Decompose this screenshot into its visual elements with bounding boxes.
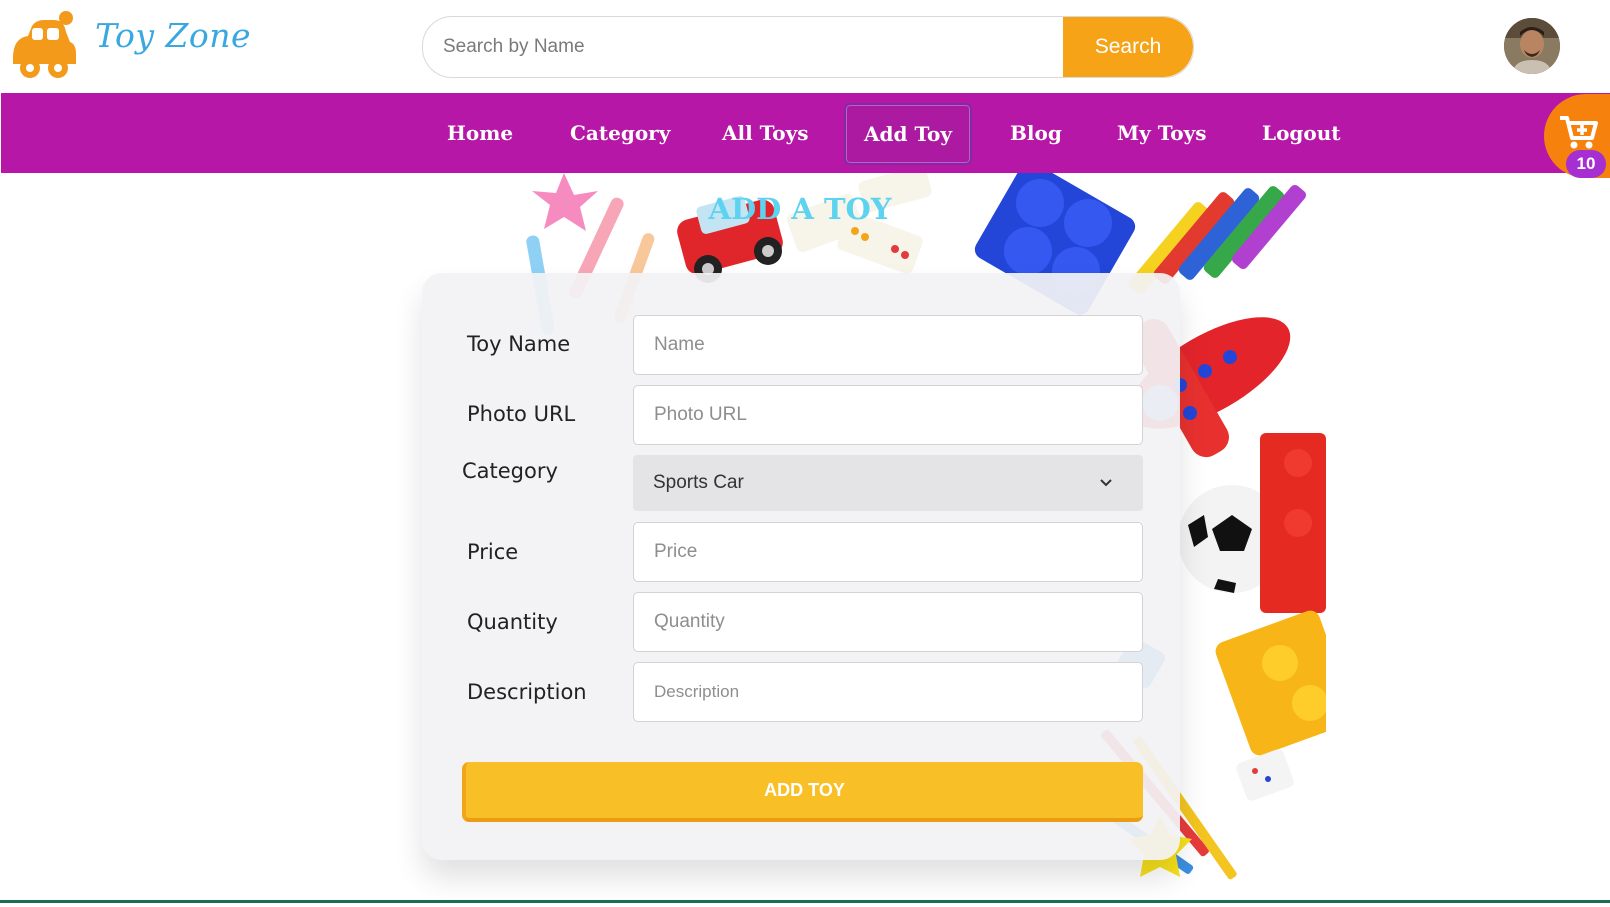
nav-item-all-toys[interactable]: All Toys: [722, 93, 808, 173]
category-select-value: Sports Car: [653, 472, 744, 493]
toy-name-label: Toy Name: [467, 332, 571, 356]
nav-item-logout[interactable]: Logout: [1262, 93, 1341, 173]
category-label: Category: [462, 459, 558, 483]
brand-name[interactable]: Toy Zone: [95, 16, 251, 55]
photo-url-label: Photo URL: [467, 402, 576, 426]
price-label: Price: [467, 540, 519, 564]
cart-plus-icon: [1560, 116, 1598, 149]
photo-url-input[interactable]: [633, 385, 1143, 445]
description-label: Description: [467, 680, 587, 704]
search-bar: Search: [422, 16, 1194, 78]
page-title: ADD A TOY: [708, 192, 892, 226]
description-input[interactable]: [633, 662, 1143, 722]
cart-count-badge: 10: [1566, 150, 1606, 178]
main-nav: Home Category All Toys Add Toy Blog My T…: [1, 93, 1610, 173]
car-logo-icon[interactable]: [8, 8, 78, 80]
nav-item-blog[interactable]: Blog: [1010, 93, 1062, 173]
search-input[interactable]: [423, 17, 1061, 77]
quantity-label: Quantity: [467, 610, 558, 634]
toy-name-input[interactable]: [633, 315, 1143, 375]
category-select[interactable]: Sports Car: [633, 455, 1143, 511]
quantity-input[interactable]: [633, 592, 1143, 652]
user-avatar[interactable]: [1504, 18, 1560, 74]
nav-item-category[interactable]: Category: [570, 93, 670, 173]
search-button[interactable]: Search: [1063, 17, 1193, 77]
nav-item-my-toys[interactable]: My Toys: [1117, 93, 1207, 173]
nav-item-home[interactable]: Home: [447, 93, 513, 173]
add-toy-submit-button[interactable]: ADD TOY: [462, 762, 1143, 822]
chevron-down-icon: [1100, 479, 1112, 487]
nav-item-add-toy[interactable]: Add Toy: [844, 103, 972, 165]
price-input[interactable]: [633, 522, 1143, 582]
site-header: Toy Zone Search: [0, 0, 1610, 93]
